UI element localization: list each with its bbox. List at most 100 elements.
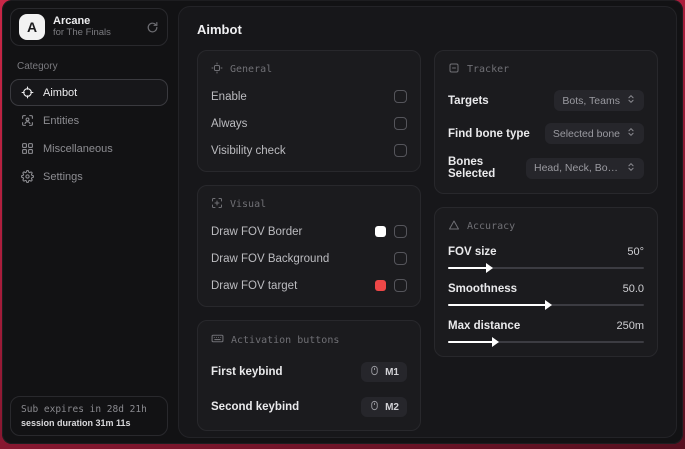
grid-icon [21, 142, 34, 155]
sidebar-item-label: Settings [43, 170, 83, 183]
first-keybind-button[interactable]: M1 [361, 362, 407, 382]
slider-value: 50° [627, 246, 644, 258]
keybind-value: M1 [385, 366, 399, 378]
session-duration-text: session duration 31m 11s [21, 418, 131, 428]
slider-value: 250m [616, 320, 644, 332]
entities-icon [21, 114, 34, 127]
section-accuracy: Accuracy FOV size 50° Smoothness 50.0 Ma… [434, 207, 658, 357]
draw-fov-target-checkbox[interactable] [394, 279, 407, 292]
focus-icon [211, 62, 223, 77]
draw-fov-border-checkbox[interactable] [394, 225, 407, 238]
slider-value: 50.0 [622, 283, 644, 295]
setting-label: Draw FOV Background [211, 252, 330, 265]
setting-label: Enable [211, 90, 247, 103]
sidebar-item-miscellaneous[interactable]: Miscellaneous [10, 135, 168, 162]
smoothness-slider[interactable] [448, 300, 644, 310]
fov-size-slider[interactable] [448, 263, 644, 273]
setting-row-draw-fov-background: Draw FOV Background [211, 251, 407, 266]
color-swatch[interactable] [375, 280, 386, 291]
always-checkbox[interactable] [394, 117, 407, 130]
setting-label: Visibility check [211, 144, 286, 157]
triangle-icon [448, 219, 460, 234]
slider-fill [448, 300, 552, 310]
section-title: General [230, 64, 273, 75]
setting-label: Draw FOV target [211, 279, 298, 292]
setting-row-draw-fov-border: Draw FOV Border [211, 224, 407, 239]
sub-expiry-text: Sub expires in 28d 21h [21, 404, 147, 415]
setting-row-draw-fov-target: Draw FOV target [211, 278, 407, 293]
section-tracker: Tracker Targets Bots, Teams Find bone ty… [434, 50, 658, 194]
slider-fill [448, 263, 494, 273]
sidebar-item-label: Miscellaneous [43, 142, 113, 155]
page-title: Aimbot [197, 22, 242, 37]
app-window: A Arcane for The Finals Category Aimbot [2, 0, 683, 444]
sidebar-item-aimbot[interactable]: Aimbot [10, 79, 168, 106]
setting-row-first-keybind: First keybind M1 [211, 362, 407, 382]
chevrons-updown-icon [626, 94, 636, 107]
eye-focus-icon [211, 197, 223, 212]
setting-label: First keybind [211, 366, 283, 378]
setting-label: Find bone type [448, 127, 530, 140]
enable-checkbox[interactable] [394, 90, 407, 103]
bones-selected-select[interactable]: Head, Neck, Body, Pe... [526, 157, 644, 179]
refresh-icon[interactable] [146, 21, 159, 34]
app-header: A Arcane for The Finals [10, 8, 168, 46]
setting-row-find-bone-type: Find bone type Selected bone [448, 123, 644, 144]
select-value: Bots, Teams [562, 94, 620, 107]
setting-label: Always [211, 117, 248, 130]
crosshair-icon [21, 86, 34, 99]
setting-label: FOV size [448, 246, 497, 258]
setting-label: Bones Selected [448, 156, 496, 180]
section-visual: Visual Draw FOV Border Draw FOV Backgrou… [197, 185, 421, 307]
chevrons-updown-icon [626, 127, 636, 140]
section-general: General Enable Always Visibility check [197, 50, 421, 172]
category-label: Category [17, 61, 58, 72]
keyboard-icon [211, 332, 224, 348]
chevrons-updown-icon [626, 162, 636, 175]
sidebar-item-label: Aimbot [43, 86, 78, 99]
gear-icon [21, 170, 34, 183]
draw-fov-background-checkbox[interactable] [394, 252, 407, 265]
setting-row-enable: Enable [211, 89, 407, 104]
visibility-check-checkbox[interactable] [394, 144, 407, 157]
setting-label: Second keybind [211, 401, 300, 413]
setting-label: Targets [448, 94, 489, 107]
section-title: Accuracy [467, 221, 516, 232]
sidebar-item-settings[interactable]: Settings [10, 163, 168, 190]
select-value: Selected bone [552, 127, 620, 140]
mouse-icon [369, 365, 380, 379]
section-title: Visual [230, 199, 267, 210]
color-swatch[interactable] [375, 226, 386, 237]
setting-row-max-distance: Max distance 250m [448, 320, 644, 347]
section-title: Tracker [467, 64, 510, 75]
setting-row-bones-selected: Bones Selected Head, Neck, Body, Pe... [448, 156, 644, 180]
sidebar-item-label: Entities [43, 114, 80, 127]
setting-label: Max distance [448, 320, 521, 332]
mouse-icon [369, 400, 380, 414]
max-distance-slider[interactable] [448, 337, 644, 347]
app-name: Arcane [53, 15, 91, 28]
slider-fill [448, 337, 500, 347]
targets-select[interactable]: Bots, Teams [554, 90, 644, 111]
setting-row-visibility-check: Visibility check [211, 143, 407, 158]
keybind-value: M2 [385, 401, 399, 413]
setting-row-always: Always [211, 116, 407, 131]
app-logo: A [19, 14, 45, 40]
setting-label: Draw FOV Border [211, 225, 303, 238]
main-panel: Aimbot General Enable Always Visibility … [178, 6, 677, 438]
section-activation-buttons: Activation buttons First keybind M1 Seco… [197, 320, 421, 431]
setting-row-smoothness: Smoothness 50.0 [448, 283, 644, 310]
section-title: Activation buttons [231, 334, 340, 346]
second-keybind-button[interactable]: M2 [361, 397, 407, 417]
setting-label: Smoothness [448, 283, 518, 295]
setting-row-fov-size: FOV size 50° [448, 246, 644, 273]
scan-icon [448, 62, 460, 77]
sidebar: A Arcane for The Finals Category Aimbot [2, 0, 176, 444]
setting-row-targets: Targets Bots, Teams [448, 90, 644, 111]
subscription-status: Sub expires in 28d 21h session duration … [10, 396, 168, 436]
select-value: Head, Neck, Body, Pe... [534, 162, 620, 174]
sidebar-item-entities[interactable]: Entities [10, 107, 168, 134]
setting-row-second-keybind: Second keybind M2 [211, 397, 407, 417]
app-subtitle: for The Finals [53, 26, 111, 38]
find-bone-type-select[interactable]: Selected bone [544, 123, 644, 144]
